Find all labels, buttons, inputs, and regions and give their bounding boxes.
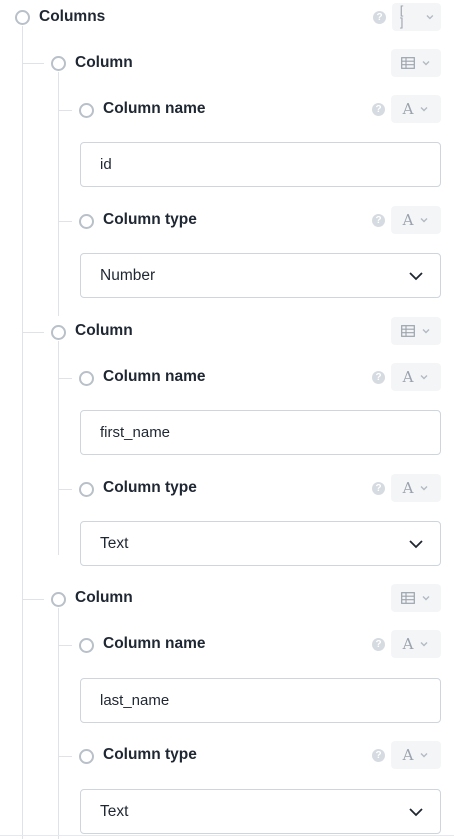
column-1-name-type-button[interactable]: A [391, 95, 441, 123]
column-3-name-connector [58, 645, 72, 646]
column-3-name-help-icon[interactable]: ? [372, 638, 385, 651]
column-2-name-input[interactable]: first_name [80, 410, 441, 455]
column-2-name-connector [58, 378, 72, 379]
column-2-name-toggle[interactable] [79, 371, 94, 386]
column-1-type-toggle[interactable] [79, 214, 94, 229]
chevron-down-icon [422, 329, 430, 334]
array-icon: [ ] [398, 4, 406, 30]
column-1-type-select-value: Number [100, 267, 156, 284]
text-type-icon: A [402, 367, 414, 386]
columns-label: Columns [39, 8, 106, 25]
chevron-down-icon [409, 272, 423, 281]
text-type-icon: A [402, 99, 414, 118]
columns-type-button[interactable]: [ ] [392, 3, 441, 31]
column-2-type-select-value: Text [100, 535, 129, 552]
root-guide-line [22, 26, 23, 839]
table-icon [401, 57, 415, 69]
column-3-node-toggle[interactable] [51, 592, 66, 607]
column-3-type-type-button[interactable]: A [391, 741, 441, 769]
column-3-type-connector [58, 756, 72, 757]
column-3-label: Column [75, 589, 133, 606]
column-1-type-button[interactable] [391, 49, 441, 77]
column-2-type-select[interactable]: Text [80, 521, 441, 566]
column-2-name-type-button[interactable]: A [391, 363, 441, 391]
chevron-down-icon [422, 596, 430, 601]
text-type-icon: A [402, 745, 414, 764]
column-1-label: Column [75, 54, 133, 71]
column-3-name-type-button[interactable]: A [391, 630, 441, 658]
column-2-name-help-icon[interactable]: ? [372, 371, 385, 384]
column-3-name-toggle[interactable] [79, 638, 94, 653]
text-type-icon: A [402, 210, 414, 229]
chevron-down-icon [420, 642, 428, 647]
chevron-down-icon [426, 15, 434, 20]
column-3-guide-line [58, 608, 59, 839]
column-2-guide-line [58, 341, 59, 555]
column-2-type-label: Column type [103, 479, 197, 496]
column-1-type-help-icon[interactable]: ? [372, 214, 385, 227]
table-icon [401, 592, 415, 604]
column-1-type-connector [58, 221, 72, 222]
column-2-type-button[interactable] [391, 317, 441, 345]
chevron-down-icon [420, 218, 428, 223]
columns-tree-panel: Columns ? [ ] Column Column name ? A id … [0, 0, 454, 839]
chevron-down-icon [420, 753, 428, 758]
column-2-type-help-icon[interactable]: ? [372, 482, 385, 495]
column-1-connector [22, 63, 44, 64]
column-3-type-label: Column type [103, 746, 197, 763]
column-2-connector [22, 332, 44, 333]
column-1-node-toggle[interactable] [51, 56, 66, 71]
chevron-down-icon [409, 808, 423, 817]
column-2-name-label: Column name [103, 368, 206, 385]
column-3-type-button[interactable] [391, 584, 441, 612]
chevron-down-icon [420, 375, 428, 380]
column-2-node-toggle[interactable] [51, 325, 66, 340]
column-3-type-toggle[interactable] [79, 749, 94, 764]
column-1-type-type-button[interactable]: A [391, 206, 441, 234]
chevron-down-icon [422, 61, 430, 66]
column-1-type-select[interactable]: Number [80, 253, 441, 298]
column-2-label: Column [75, 322, 133, 339]
chevron-down-icon [409, 540, 423, 549]
column-1-name-label: Column name [103, 100, 206, 117]
column-2-type-connector [58, 489, 72, 490]
text-type-icon: A [402, 634, 414, 653]
chevron-down-icon [420, 107, 428, 112]
chevron-down-icon [420, 486, 428, 491]
column-3-type-select-value: Text [100, 803, 129, 820]
column-1-name-help-icon[interactable]: ? [372, 103, 385, 116]
table-icon [401, 325, 415, 337]
column-3-type-select[interactable]: Text [80, 789, 441, 834]
panel-bottom-divider [0, 835, 454, 836]
column-3-type-help-icon[interactable]: ? [372, 749, 385, 762]
column-1-name-connector [58, 110, 72, 111]
column-3-connector [22, 599, 44, 600]
text-type-icon: A [402, 478, 414, 497]
column-1-type-label: Column type [103, 211, 197, 228]
column-3-name-label: Column name [103, 635, 206, 652]
column-2-type-type-button[interactable]: A [391, 474, 441, 502]
column-1-name-toggle[interactable] [79, 103, 94, 118]
column-1-name-input[interactable]: id [80, 142, 441, 187]
columns-node-toggle[interactable] [15, 10, 30, 25]
column-3-name-input[interactable]: last_name [80, 678, 441, 723]
columns-help-icon[interactable]: ? [373, 11, 386, 24]
column-1-guide-line [58, 72, 59, 316]
column-2-type-toggle[interactable] [79, 482, 94, 497]
